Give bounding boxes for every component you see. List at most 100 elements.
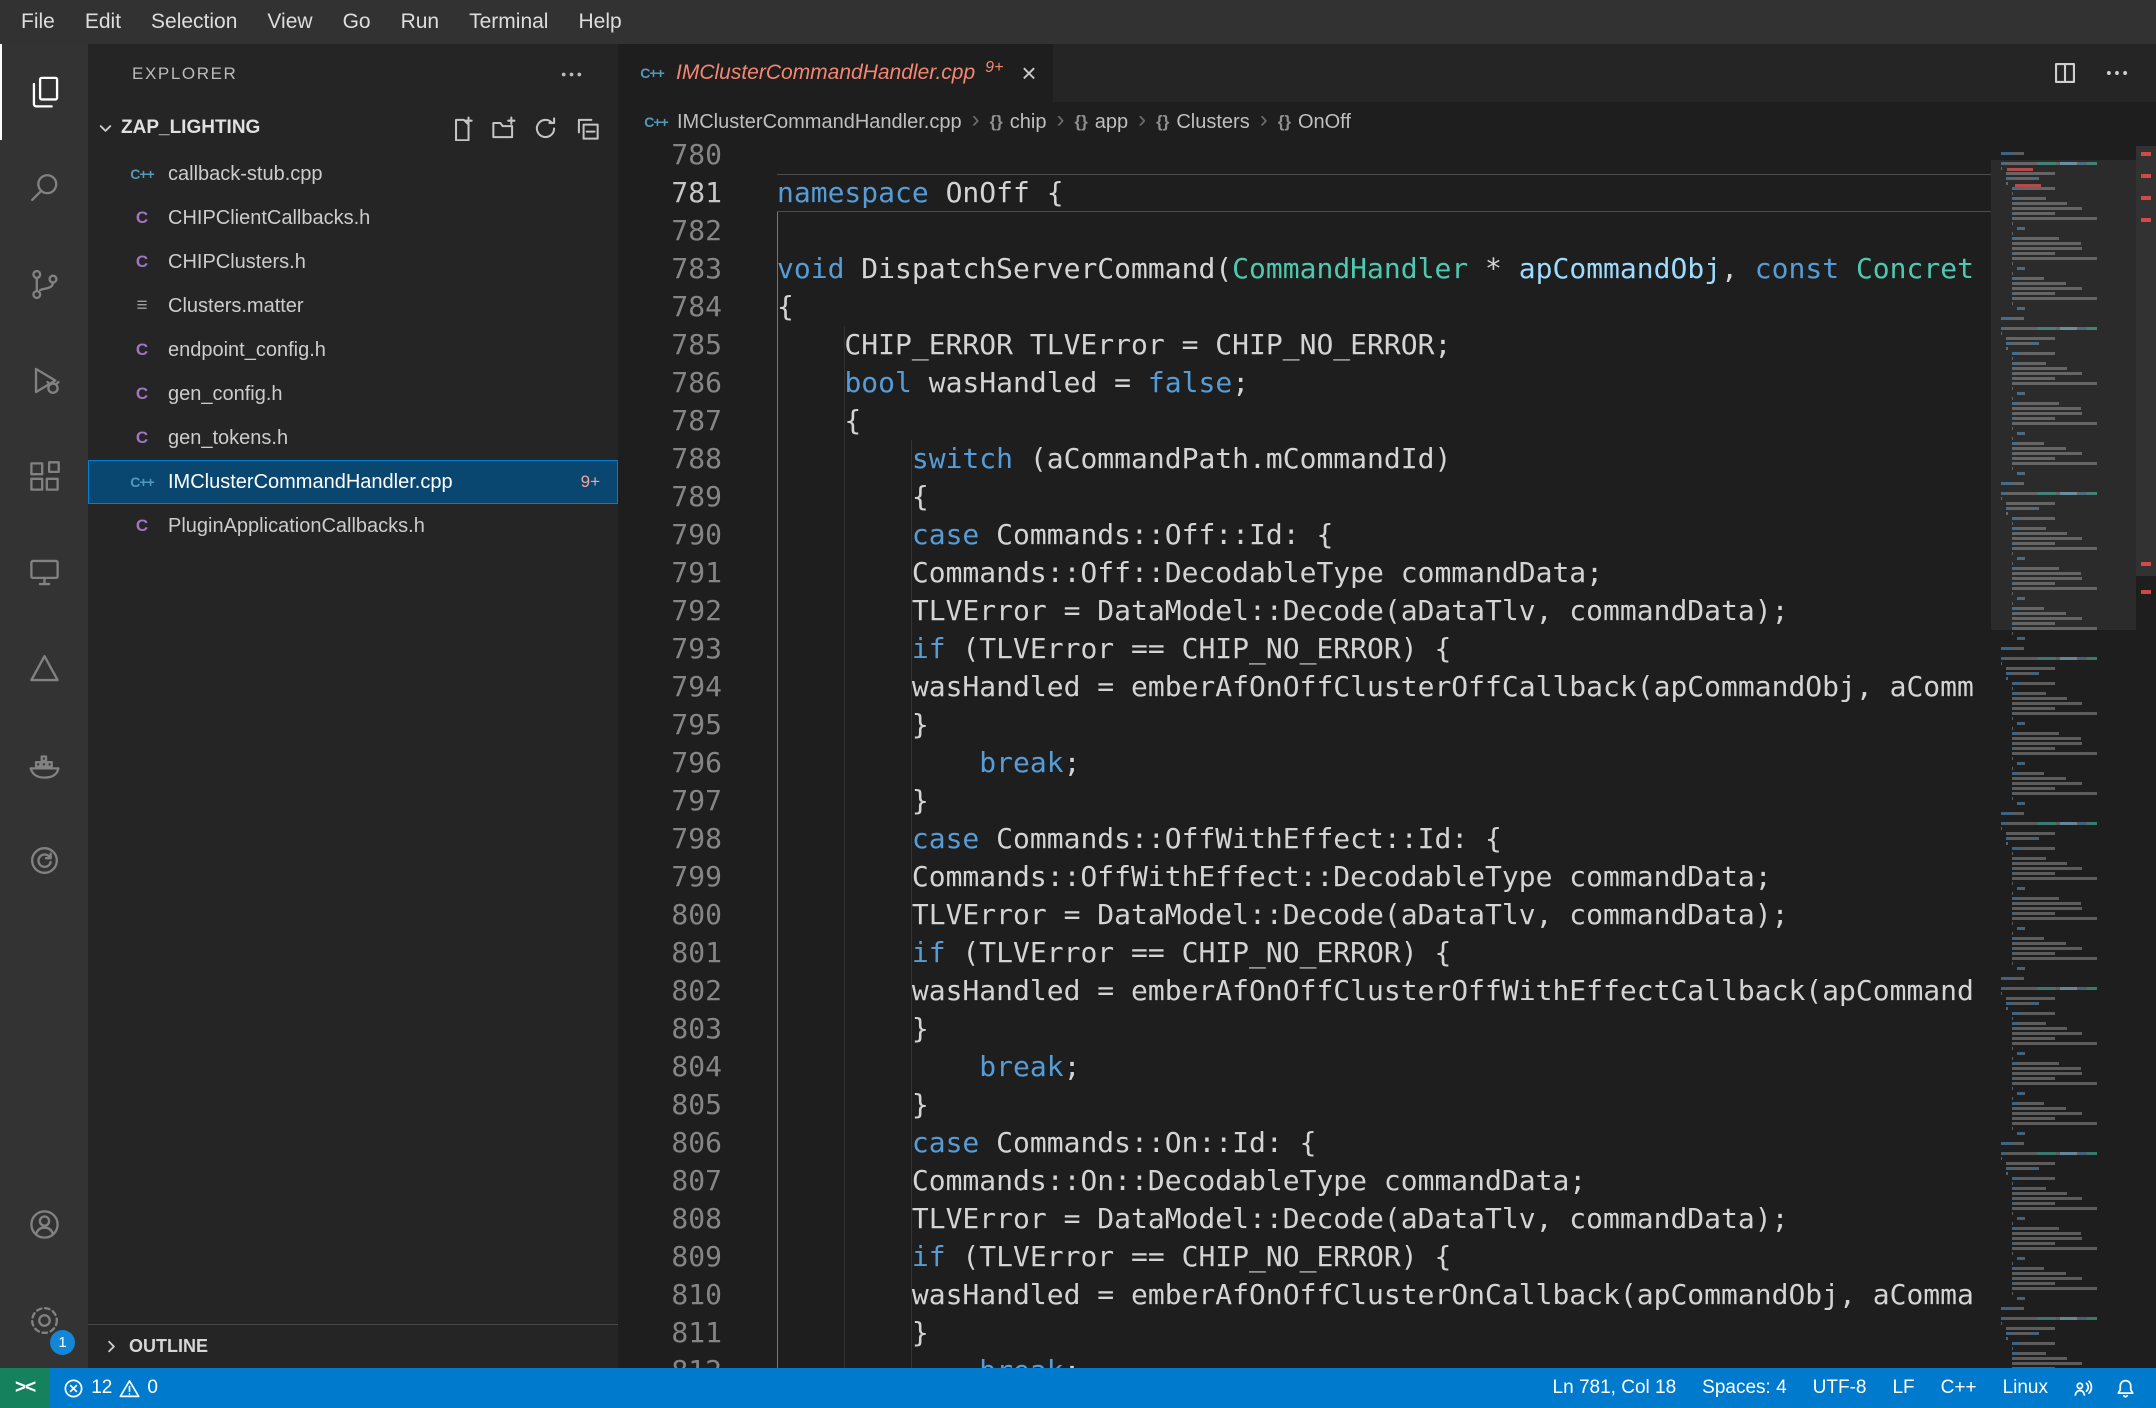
code-line[interactable]: 780 — [618, 142, 1991, 174]
menu-item-view[interactable]: View — [252, 0, 327, 44]
line-number: 780 — [671, 142, 722, 171]
code-line[interactable]: 805 } — [618, 1086, 1991, 1124]
code-line[interactable]: 787 { — [618, 402, 1991, 440]
code-line[interactable]: 807 Commands::On::DecodableType commandD… — [618, 1162, 1991, 1200]
activity-bar-item-account[interactable] — [0, 1176, 88, 1272]
file-item[interactable]: C++ IMClusterCommandHandler.cpp 9+ — [88, 460, 618, 504]
overview-error-mark — [2141, 562, 2151, 566]
code-line[interactable]: 800 TLVError = DataModel::Decode(aDataTl… — [618, 896, 1991, 934]
status-encoding[interactable]: UTF-8 — [1800, 1377, 1880, 1399]
activity-bar-item-docker[interactable] — [0, 716, 88, 812]
refresh-icon[interactable] — [533, 116, 558, 141]
file-item[interactable]: C CHIPClientCallbacks.h — [88, 196, 618, 240]
code-editor[interactable]: 780 781 namespace OnOff {782 783 void Dispat… — [618, 142, 1991, 1368]
code-line[interactable]: 795 } — [618, 706, 1991, 744]
code-line[interactable]: 784 { — [618, 288, 1991, 326]
scrollbar-thumb[interactable] — [2136, 146, 2156, 576]
code-line[interactable]: 786 bool wasHandled = false; — [618, 364, 1991, 402]
activity-bar-item-search[interactable] — [0, 140, 88, 236]
code-line[interactable]: 804 break; — [618, 1048, 1991, 1086]
menu-item-edit[interactable]: Edit — [70, 0, 136, 44]
person-broadcast-icon[interactable] — [2061, 1368, 2104, 1408]
file-item[interactable]: C PluginApplicationCallbacks.h — [88, 504, 618, 548]
code-line[interactable]: 801 if (TLVError == CHIP_NO_ERROR) { — [618, 934, 1991, 972]
code-line[interactable]: 810 wasHandled = emberAfOnOffClusterOnCa… — [618, 1276, 1991, 1314]
code-line[interactable]: 782 — [618, 212, 1991, 250]
activity-bar-item-source-control[interactable] — [0, 236, 88, 332]
code-line[interactable]: 806 case Commands::On::Id: { — [618, 1124, 1991, 1162]
minimap[interactable] — [1991, 142, 2136, 1368]
notifications-bell-icon[interactable] — [2104, 1368, 2156, 1408]
split-editor-icon[interactable] — [2052, 60, 2078, 86]
activity-bar-item-settings[interactable]: 1 — [0, 1272, 88, 1368]
files-icon — [32, 76, 58, 108]
outline-section-header[interactable]: OUTLINE — [88, 1324, 618, 1368]
file-item[interactable]: C++ callback-stub.cpp — [88, 152, 618, 196]
editor-more-actions-icon[interactable] — [2104, 60, 2130, 86]
menu-item-run[interactable]: Run — [386, 0, 455, 44]
code-line[interactable]: 785 CHIP_ERROR TLVError = CHIP_NO_ERROR; — [618, 326, 1991, 364]
more-actions-icon[interactable] — [559, 62, 584, 87]
activity-bar-item-extensions[interactable] — [0, 428, 88, 524]
code-line[interactable]: 811 } — [618, 1314, 1991, 1352]
status-remote-os[interactable]: Linux — [1990, 1377, 2061, 1399]
file-item[interactable]: Cgen_tokens.h — [88, 416, 618, 460]
file-name: gen_tokens.h — [168, 426, 289, 449]
folder-section-header[interactable]: ZAP_LIGHTING — [88, 104, 618, 152]
breadcrumb-item[interactable]: {} chip — [990, 111, 1047, 134]
status-indentation[interactable]: Spaces: 4 — [1689, 1377, 1800, 1399]
problems-status[interactable]: 12 0 — [50, 1368, 171, 1408]
file-item[interactable]: ≡ Clusters.matter — [88, 284, 618, 328]
activity-bar-item-run-debug[interactable] — [0, 332, 88, 428]
overview-error-mark — [2141, 590, 2151, 594]
code-line[interactable]: 789 { — [618, 478, 1991, 516]
breadcrumb-item[interactable]: {} OnOff — [1278, 111, 1351, 134]
menu-item-selection[interactable]: Selection — [136, 0, 252, 44]
code-line[interactable]: 803 } — [618, 1010, 1991, 1048]
code-line[interactable]: 783 void DispatchServerCommand(CommandHan… — [618, 250, 1991, 288]
scrollbar[interactable] — [2136, 142, 2156, 1368]
close-icon[interactable]: × — [1021, 60, 1036, 86]
breadcrumb-item[interactable]: C++ IMClusterCommandHandler.cpp — [642, 111, 961, 134]
activity-bar-item-cmake[interactable] — [0, 620, 88, 716]
minimap-slider[interactable] — [1991, 160, 2136, 630]
tab-imclustercommandhandler[interactable]: C++ IMClusterCommandHandler.cpp 9+ × — [618, 44, 1053, 102]
code-line[interactable]: 791 Commands::Off::DecodableType command… — [618, 554, 1991, 592]
code-line[interactable]: 788 switch (aCommandPath.mCommandId) — [618, 440, 1991, 478]
menu-item-terminal[interactable]: Terminal — [454, 0, 563, 44]
new-file-icon[interactable] — [449, 116, 474, 141]
activity-bar-item-sync[interactable] — [0, 812, 88, 908]
code-text: break; — [979, 1050, 1081, 1083]
code-line[interactable]: 792 TLVError = DataModel::Decode(aDataTl… — [618, 592, 1991, 630]
file-item[interactable]: C CHIPClusters.h — [88, 240, 618, 284]
menu-item-go[interactable]: Go — [328, 0, 386, 44]
status-eol[interactable]: LF — [1879, 1377, 1927, 1399]
collapse-all-icon[interactable] — [575, 116, 600, 141]
code-line[interactable]: 808 TLVError = DataModel::Decode(aDataTl… — [618, 1200, 1991, 1238]
remote-indicator[interactable]: >< — [0, 1368, 51, 1408]
code-line[interactable]: 790 case Commands::Off::Id: { — [618, 516, 1991, 554]
status-language-mode[interactable]: C++ — [1928, 1377, 1990, 1399]
new-folder-icon[interactable] — [491, 116, 516, 141]
code-line[interactable]: 799 Commands::OffWithEffect::DecodableTy… — [618, 858, 1991, 896]
file-item[interactable]: Cendpoint_config.h — [88, 328, 618, 372]
status-cursor-position[interactable]: Ln 781, Col 18 — [1540, 1377, 1690, 1399]
overview-error-mark — [2141, 152, 2151, 156]
code-line[interactable]: 793 if (TLVError == CHIP_NO_ERROR) { — [618, 630, 1991, 668]
file-item[interactable]: Cgen_config.h — [88, 372, 618, 416]
menu-item-file[interactable]: File — [6, 0, 70, 44]
code-line[interactable]: 802 wasHandled = emberAfOnOffClusterOffW… — [618, 972, 1991, 1010]
menu-item-help[interactable]: Help — [563, 0, 636, 44]
warning-icon — [119, 1379, 140, 1397]
code-line[interactable]: 798 case Commands::OffWithEffect::Id: { — [618, 820, 1991, 858]
code-line[interactable]: 797 } — [618, 782, 1991, 820]
breadcrumb-item[interactable]: {} app — [1075, 111, 1129, 134]
code-line[interactable]: 796 break; — [618, 744, 1991, 782]
breadcrumb-item[interactable]: {} Clusters — [1156, 111, 1250, 134]
code-line[interactable]: 812 break; — [618, 1352, 1991, 1368]
activity-bar-item-remote-explorer[interactable] — [0, 524, 88, 620]
activity-bar-item-explorer[interactable] — [0, 44, 88, 140]
code-line[interactable]: 794 wasHandled = emberAfOnOffClusterOffC… — [618, 668, 1991, 706]
code-line[interactable]: 781 namespace OnOff { — [618, 174, 1991, 212]
code-line[interactable]: 809 if (TLVError == CHIP_NO_ERROR) { — [618, 1238, 1991, 1276]
